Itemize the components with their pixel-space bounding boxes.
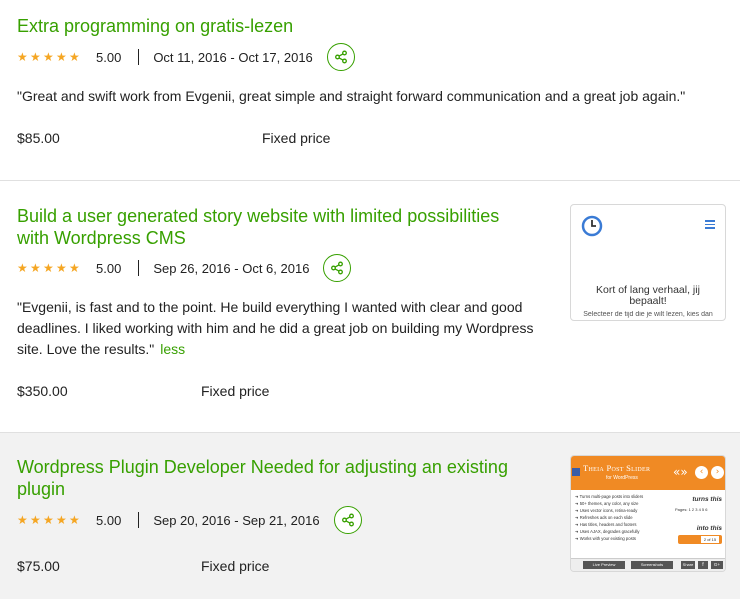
meta-separator	[138, 512, 140, 528]
meta-separator	[138, 49, 140, 65]
star-icon: ★	[69, 513, 80, 527]
job-meta: ★ ★ ★ ★ ★ 5.00 Oct 11, 2016 - Oct 17, 20…	[17, 42, 355, 72]
thumbnail-subtext: Selecteer de tijd die je wilt lezen, kie…	[583, 311, 713, 318]
share-button[interactable]	[323, 254, 352, 282]
job-title-line: Build a user generated story website wit…	[17, 206, 500, 226]
pages-label: Pages: 1 2 3 4 5 6	[675, 507, 708, 512]
star-icon: ★	[17, 50, 28, 64]
job-item: Wordpress Plugin Developer Needed for ad…	[0, 432, 740, 599]
star-icon: ★	[43, 513, 54, 527]
star-icon: ★	[17, 513, 28, 527]
feature-list: ➜ Turns multi-page posts into sliders ➜ …	[575, 493, 643, 542]
star-icon: ★	[56, 50, 67, 64]
star-icon: ★	[43, 50, 54, 64]
next-arrow-icon: ›	[711, 466, 724, 479]
rating-score: 5.00	[96, 512, 122, 528]
share-thumb-button[interactable]: Share	[681, 561, 695, 569]
screenshots-button[interactable]: Screenshots	[631, 561, 673, 569]
slider-brand-sub: for WordPress	[606, 475, 638, 481]
rating-score: 5.00	[96, 49, 122, 65]
rating-stars: ★ ★ ★ ★ ★	[17, 514, 81, 526]
feedback-line: site. Love the results." less	[17, 341, 186, 357]
share-icon	[334, 50, 347, 64]
star-icon: ★	[69, 261, 80, 275]
share-icon	[341, 513, 354, 527]
slider-brand: Theia Post Slider	[583, 463, 651, 473]
portfolio-thumbnail[interactable]: Kort of lang verhaal, jij bepaalt! Selec…	[570, 204, 726, 321]
job-meta: ★ ★ ★ ★ ★ 5.00 Sep 26, 2016 - Oct 6, 201…	[17, 253, 352, 283]
facebook-icon[interactable]: f	[698, 561, 708, 569]
slider-footer: Live Preview Screenshots Share f G+	[571, 558, 725, 571]
job-price: $350.00	[17, 383, 68, 399]
feature-item: ➜ 50+ themes, any color, any size	[575, 501, 639, 506]
job-dates: Sep 26, 2016 - Oct 6, 2016	[153, 260, 310, 276]
slider-badge-icon	[572, 468, 580, 476]
share-button[interactable]	[326, 43, 355, 71]
feature-item: ➜ Uses AJAX, degrades gracefully	[575, 529, 640, 534]
price-type: Fixed price	[201, 383, 270, 399]
feature-item: ➜ Has titles, headers and footers	[575, 522, 637, 527]
rating-score: 5.00	[96, 260, 122, 276]
rating-stars: ★ ★ ★ ★ ★	[17, 51, 81, 63]
share-icon	[331, 261, 344, 275]
job-dates: Oct 11, 2016 - Oct 17, 2016	[153, 49, 313, 65]
star-icon: ★	[30, 50, 41, 64]
mini-slider: 2 of 15	[678, 535, 722, 544]
slider-header: Theia Post Slider for WordPress «» ‹ ›	[571, 456, 725, 490]
portfolio-thumbnail[interactable]: Theia Post Slider for WordPress «» ‹ › ➜…	[570, 455, 726, 572]
job-dates: Sep 20, 2016 - Sep 21, 2016	[153, 512, 320, 528]
star-icon: ★	[43, 261, 54, 275]
star-icon: ★	[56, 261, 67, 275]
prev-arrow-icon: ‹	[695, 466, 708, 479]
star-icon: ★	[69, 50, 80, 64]
job-item: Extra programming on gratis-lezen ★ ★ ★ …	[0, 0, 740, 180]
share-button[interactable]	[333, 506, 362, 534]
star-icon: ★	[17, 261, 28, 275]
meta-separator	[138, 260, 140, 276]
feature-item: ➜ Uses vector icons, retina-ready	[575, 508, 638, 513]
thumbnail-heading: Kort of lang verhaal, jij bepaalt!	[596, 284, 700, 307]
job-price: $85.00	[17, 130, 60, 146]
price-type: Fixed price	[262, 130, 331, 146]
into-this-label: into this	[696, 525, 722, 532]
star-icon: ★	[56, 513, 67, 527]
feedback-line: "Evgenii, is fast and to the point. He b…	[17, 299, 523, 315]
feedback-line: deadlines. I liked working with him and …	[17, 320, 534, 336]
job-price: $75.00	[17, 558, 60, 574]
hamburger-icon	[705, 220, 715, 229]
clock-icon	[581, 215, 603, 237]
feature-item: ➜ Refreshes ads on each slide	[575, 515, 633, 520]
turns-this-label: turns this	[692, 496, 722, 503]
google-plus-icon[interactable]: G+	[711, 561, 723, 569]
star-icon: ★	[30, 513, 41, 527]
job-meta: ★ ★ ★ ★ ★ 5.00 Sep 20, 2016 - Sep 21, 20…	[17, 505, 362, 535]
rating-stars: ★ ★ ★ ★ ★	[17, 262, 81, 274]
job-title-line: with Wordpress CMS	[17, 228, 186, 248]
job-title[interactable]: Extra programming on gratis-lezen	[17, 15, 293, 37]
fast-forward-icon: «»	[673, 465, 688, 479]
less-link[interactable]: less	[160, 341, 185, 357]
star-icon: ★	[30, 261, 41, 275]
client-feedback: "Great and swift work from Evgenii, grea…	[17, 88, 686, 104]
live-preview-button[interactable]: Live Preview	[583, 561, 625, 569]
price-type: Fixed price	[201, 558, 270, 574]
job-title[interactable]: Build a user generated story website wit…	[17, 205, 499, 249]
job-title-line: plugin	[17, 479, 66, 499]
feature-item: ➜ Works with your existing posts	[575, 536, 636, 541]
client-feedback: "Evgenii, is fast and to the point. He b…	[17, 297, 533, 360]
job-title[interactable]: Wordpress Plugin Developer Needed for ad…	[17, 456, 508, 500]
feature-item: ➜ Turns multi-page posts into sliders	[575, 494, 644, 499]
job-title-line: Wordpress Plugin Developer Needed for ad…	[17, 457, 508, 477]
job-item: Build a user generated story website wit…	[0, 180, 740, 432]
